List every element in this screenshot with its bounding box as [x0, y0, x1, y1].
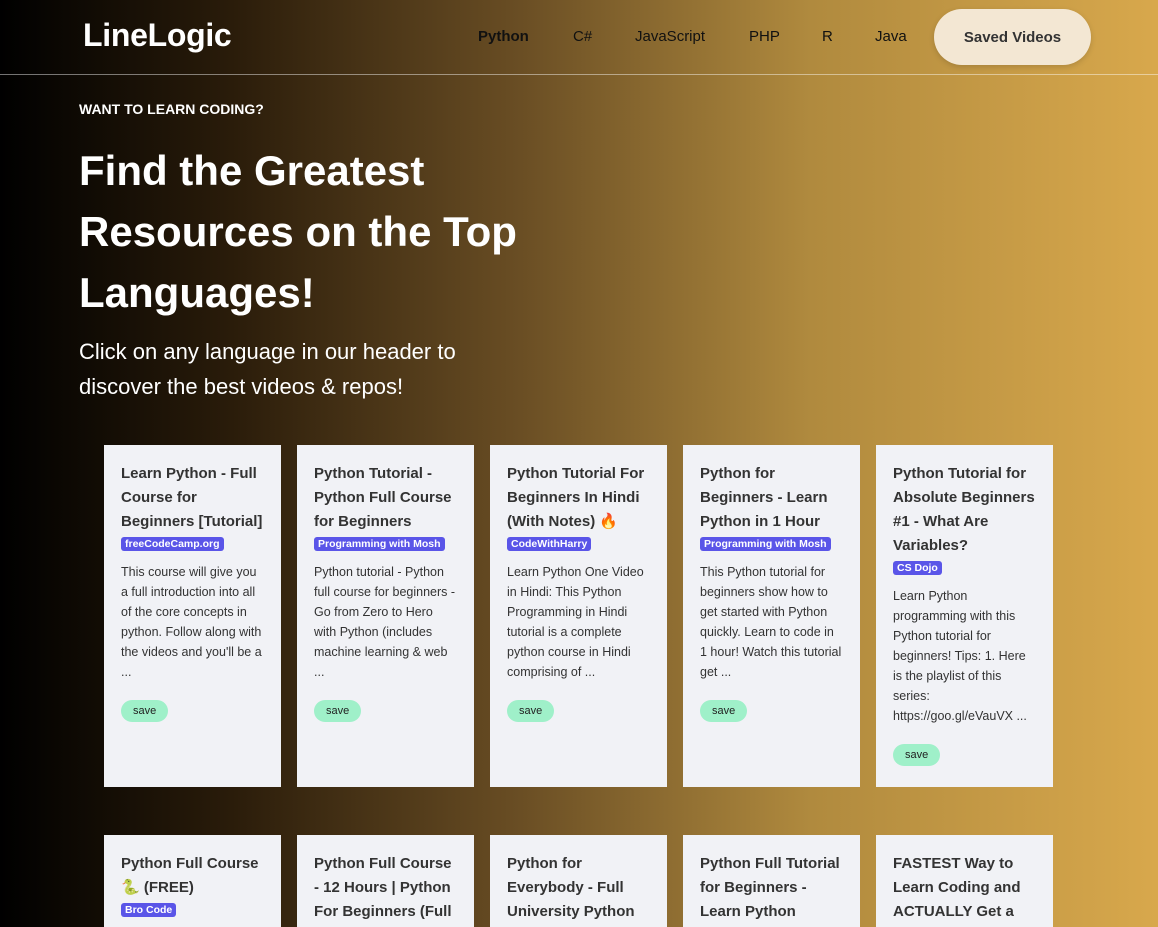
top-navbar: LineLogic Python C# JavaScript PHP R Jav… — [0, 0, 1158, 75]
video-title[interactable]: Python Tutorial - Python Full Course for… — [314, 462, 458, 534]
video-title[interactable]: Python Full Course - 12 Hours | Python F… — [314, 852, 458, 924]
save-button[interactable]: save — [507, 700, 555, 722]
brand-logo[interactable]: LineLogic — [83, 17, 232, 54]
video-description: Python tutorial - Python full course for… — [314, 565, 456, 679]
nav-java[interactable]: Java — [875, 28, 907, 45]
video-card: Python for Everybody - Full University P… — [490, 835, 667, 927]
video-card: Python Full Course 🐍 (FREE) Bro Code — [104, 835, 281, 927]
channel-badge: CS Dojo — [893, 561, 942, 575]
video-title[interactable]: FASTEST Way to Learn Coding and ACTUALLY… — [893, 852, 1037, 927]
channel-badge: Programming with Mosh — [700, 537, 831, 551]
video-card: Python for Beginners - Learn Python in 1… — [683, 445, 860, 787]
save-button[interactable]: save — [314, 700, 362, 722]
saved-videos-button[interactable]: Saved Videos — [934, 9, 1091, 65]
nav-csharp[interactable]: C# — [573, 28, 592, 45]
hero-title: Find the Greatest Resources on the Top L… — [79, 147, 517, 316]
video-title[interactable]: Python for Beginners - Learn Python in 1… — [700, 462, 844, 534]
video-card: Learn Python - Full Course for Beginners… — [104, 445, 281, 787]
video-title[interactable]: Python Full Tutorial for Beginners - Lea… — [700, 852, 844, 924]
video-card: Python Full Course - 12 Hours | Python F… — [297, 835, 474, 927]
video-card: Python Tutorial For Beginners In Hindi (… — [490, 445, 667, 787]
video-card: FASTEST Way to Learn Coding and ACTUALLY… — [876, 835, 1053, 927]
video-title[interactable]: Python Full Course 🐍 (FREE) — [121, 852, 265, 900]
channel-badge: CodeWithHarry — [507, 537, 592, 551]
channel-badge: freeCodeCamp.org — [121, 537, 224, 551]
video-card: Python Tutorial - Python Full Course for… — [297, 445, 474, 787]
video-title[interactable]: Python Tutorial for Absolute Beginners #… — [893, 462, 1037, 558]
video-card: Python Full Tutorial for Beginners - Lea… — [683, 835, 860, 927]
channel-badge: Bro Code — [121, 903, 177, 917]
save-button[interactable]: save — [121, 700, 169, 722]
video-title[interactable]: Python Tutorial For Beginners In Hindi (… — [507, 462, 651, 534]
video-description: This Python tutorial for beginners show … — [700, 565, 842, 679]
hero-eyebrow: WANT TO LEARN CODING? — [79, 101, 264, 117]
save-button[interactable]: save — [893, 744, 941, 766]
video-card: Python Tutorial for Absolute Beginners #… — [876, 445, 1053, 787]
channel-badge: Programming with Mosh — [314, 537, 445, 551]
nav-r[interactable]: R — [822, 28, 833, 45]
hero-subtitle: Click on any language in our header to d… — [79, 339, 456, 399]
save-button[interactable]: save — [700, 700, 748, 722]
nav-javascript[interactable]: JavaScript — [635, 28, 705, 45]
video-description: Learn Python programming with this Pytho… — [893, 589, 1027, 723]
video-description: This course will give you a full introdu… — [121, 565, 262, 679]
video-description: Learn Python One Video in Hindi: This Py… — [507, 565, 644, 679]
video-title[interactable]: Learn Python - Full Course for Beginners… — [121, 462, 265, 534]
video-title[interactable]: Python for Everybody - Full University P… — [507, 852, 651, 924]
nav-python[interactable]: Python — [478, 28, 529, 45]
nav-php[interactable]: PHP — [749, 28, 780, 45]
